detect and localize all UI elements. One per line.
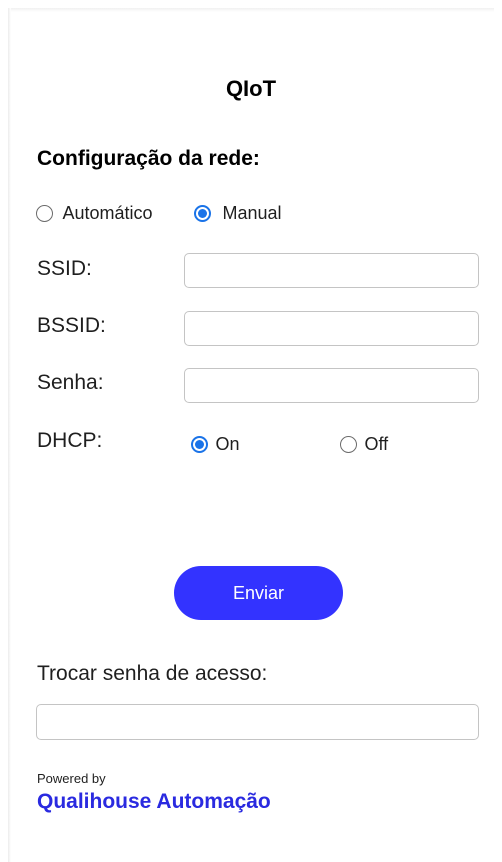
dhcp-label: DHCP: <box>37 429 103 452</box>
dhcp-option-on[interactable]: On <box>191 434 239 455</box>
password-label: Senha: <box>37 371 104 394</box>
card-top-edge <box>8 8 494 12</box>
ssid-label: SSID: <box>37 257 92 280</box>
mode-option-automatic[interactable]: Automático <box>36 203 153 224</box>
card-left-edge <box>8 8 11 862</box>
mode-manual-label: Manual <box>222 203 282 223</box>
submit-button[interactable]: Enviar <box>174 566 343 620</box>
bssid-input[interactable] <box>184 311 479 346</box>
access-password-input[interactable] <box>36 704 479 740</box>
page: QIoT Configuração da rede: Automático Ma… <box>0 0 502 862</box>
change-password-label: Trocar senha de acesso: <box>37 662 268 685</box>
dhcp-off-label: Off <box>364 434 389 454</box>
network-section-title: Configuração da rede: <box>37 147 260 170</box>
brand-link[interactable]: Qualihouse Automação <box>37 790 271 814</box>
bssid-label: BSSID: <box>37 314 106 337</box>
radio-manual[interactable] <box>194 205 211 222</box>
dhcp-on-label: On <box>215 434 240 454</box>
ssid-input[interactable] <box>184 253 479 288</box>
mode-option-manual[interactable]: Manual <box>194 203 282 224</box>
page-title: QIoT <box>225 76 277 101</box>
radio-dhcp-on[interactable] <box>191 436 208 453</box>
password-input[interactable] <box>184 368 479 403</box>
radio-automatic[interactable] <box>36 205 53 222</box>
mode-automatic-label: Automático <box>62 203 153 223</box>
powered-by-text: Powered by <box>37 771 106 786</box>
radio-dhcp-off[interactable] <box>340 436 357 453</box>
dhcp-option-off[interactable]: Off <box>340 434 388 455</box>
